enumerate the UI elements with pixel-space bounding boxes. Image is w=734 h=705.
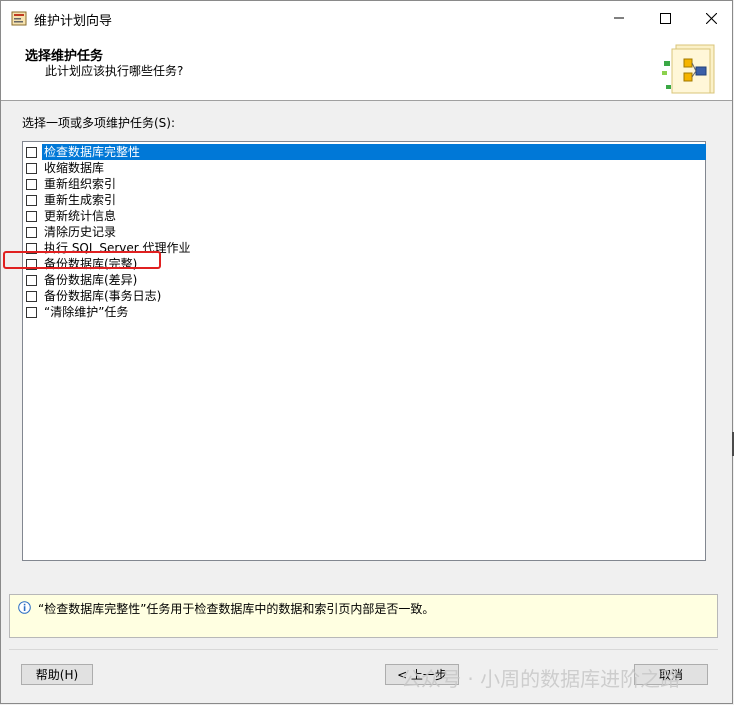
task-item-reorganize-index[interactable]: 重新组织索引 <box>23 176 118 192</box>
task-label: 检查数据库完整性 <box>42 144 706 160</box>
task-item-check-integrity[interactable]: 检查数据库完整性 <box>23 144 706 160</box>
task-label: “清除维护”任务 <box>44 305 129 319</box>
minimize-icon <box>614 17 624 19</box>
wizard-header: 选择维护任务 此计划应该执行哪些任务? <box>1 35 732 101</box>
task-checkbox[interactable] <box>26 194 37 206</box>
task-list[interactable]: 检查数据库完整性 收缩数据库 重新组织索引 重新生成索引 更新统计信息 清除历史… <box>22 141 706 561</box>
title-bar[interactable]: 维护计划向导 <box>1 1 732 35</box>
task-checkbox[interactable] <box>26 274 37 286</box>
task-checkbox[interactable] <box>26 146 37 158</box>
close-icon <box>705 12 717 24</box>
task-checkbox[interactable] <box>26 306 37 318</box>
cancel-button[interactable]: 取消 <box>634 664 708 685</box>
annotation-highlight-box <box>3 251 161 269</box>
wizard-graphic-icon <box>662 44 715 94</box>
footer-divider <box>9 649 718 650</box>
back-button[interactable]: < 上一步 <box>385 664 459 685</box>
task-label: 备份数据库(差异) <box>44 273 138 287</box>
task-checkbox[interactable] <box>26 162 37 174</box>
wizard-window: 维护计划向导 选择维护任务 此计划应该执行哪些任务? 选择一项或多项维护任务(S… <box>0 0 733 704</box>
task-label: 重新组织索引 <box>44 177 117 191</box>
task-checkbox[interactable] <box>26 178 37 190</box>
minimize-button[interactable] <box>596 1 642 35</box>
task-item-rebuild-index[interactable]: 重新生成索引 <box>23 192 118 208</box>
task-label: 清除历史记录 <box>44 225 117 239</box>
task-item-update-statistics[interactable]: 更新统计信息 <box>23 208 118 224</box>
maximize-icon <box>659 12 671 24</box>
task-label: 更新统计信息 <box>44 209 117 223</box>
task-item-backup-log[interactable]: 备份数据库(事务日志) <box>23 288 163 304</box>
task-description-panel: “检查数据库完整性”任务用于检查数据库中的数据和索引页内部是否一致。 <box>9 594 718 638</box>
window-title: 维护计划向导 <box>34 14 113 29</box>
help-button[interactable]: 帮助(H) <box>21 664 93 685</box>
task-item-shrink-database[interactable]: 收缩数据库 <box>23 160 106 176</box>
task-item-maintenance-cleanup[interactable]: “清除维护”任务 <box>23 304 130 320</box>
page-subtitle: 此计划应该执行哪些任务? <box>45 64 184 78</box>
task-list-label: 选择一项或多项维护任务(S): <box>22 116 176 130</box>
info-icon <box>18 601 31 614</box>
task-checkbox[interactable] <box>26 290 37 302</box>
task-item-cleanup-history[interactable]: 清除历史记录 <box>23 224 118 240</box>
task-label: 重新生成索引 <box>44 193 117 207</box>
task-description-text: “检查数据库完整性”任务用于检查数据库中的数据和索引页内部是否一致。 <box>38 602 435 616</box>
task-label: 备份数据库(事务日志) <box>44 289 162 303</box>
app-icon <box>11 11 27 26</box>
task-label: 收缩数据库 <box>44 161 105 175</box>
task-item-backup-differential[interactable]: 备份数据库(差异) <box>23 272 139 288</box>
close-button[interactable] <box>688 1 734 35</box>
task-checkbox[interactable] <box>26 210 37 222</box>
maximize-button[interactable] <box>642 1 688 35</box>
task-checkbox[interactable] <box>26 226 37 238</box>
